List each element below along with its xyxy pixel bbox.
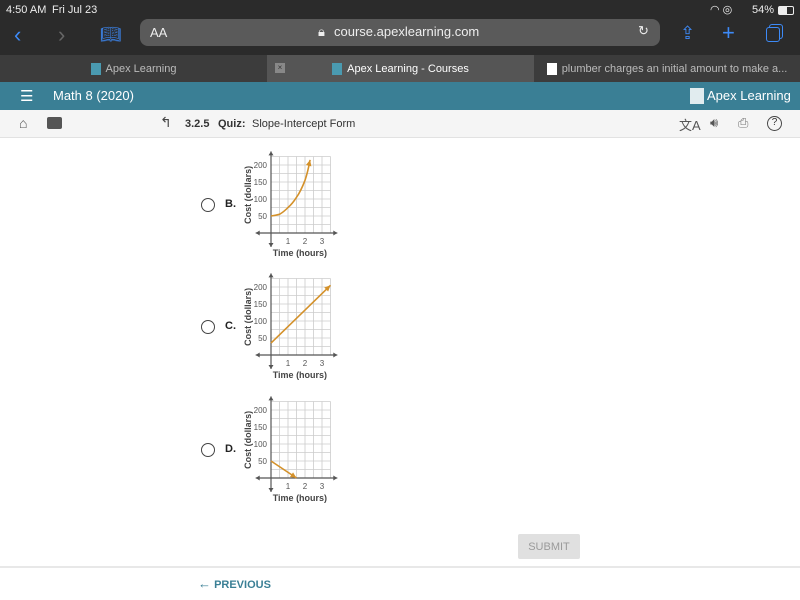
apex-logo-text: Apex Learning [707, 88, 791, 103]
reload-icon[interactable]: ↻ [638, 23, 649, 39]
tab-apex-courses[interactable]: × Apex Learning - Courses [267, 55, 534, 82]
browser-tabs: Apex Learning × Apex Learning - Courses … [0, 55, 800, 82]
bookmarks-icon[interactable]: 📖︎ [100, 25, 122, 45]
briefcase-icon[interactable] [47, 117, 62, 129]
home-icon[interactable]: ⌂ [19, 115, 27, 131]
back-icon[interactable]: ‹ [14, 22, 21, 48]
y-tick-label: 50 [258, 334, 267, 343]
brainly-favicon [546, 62, 557, 75]
y-tick-label: 200 [254, 161, 268, 170]
option-letter: C. [225, 320, 236, 332]
tab-label: plumber charges an initial amount to mak… [561, 62, 788, 75]
option-letter: D. [225, 443, 236, 455]
address-bar[interactable]: AA 🔒︎ course.apexlearning.com ↻ [140, 19, 660, 46]
option-radio[interactable] [201, 198, 215, 212]
y-tick-label: 100 [254, 195, 268, 204]
option-graph: 50 100 150 200 1 2 3 Time (hours) Cost (dollars) [243, 273, 338, 380]
y-axis-label: Cost (dollars) [243, 288, 253, 346]
tab-plumber-question[interactable]: plumber charges an initial amount to mak… [534, 55, 800, 82]
tab-apex-learning[interactable]: Apex Learning [0, 55, 267, 82]
x-tick-label: 2 [303, 359, 308, 368]
option-radio[interactable] [201, 320, 215, 334]
x-axis-label: Time (hours) [273, 370, 327, 380]
new-tab-icon[interactable]: + [722, 20, 735, 46]
option-graph: 50 100 150 200 1 2 3 Time (hours) Cost (dollars) [243, 396, 338, 503]
y-tick-label: 100 [254, 440, 268, 449]
text-size-button[interactable]: AA [150, 25, 167, 40]
close-tab-icon[interactable]: × [275, 63, 285, 73]
read-aloud-icon[interactable]: 🔊︎ [710, 115, 718, 131]
forward-icon[interactable]: › [58, 22, 65, 48]
y-tick-label: 50 [258, 457, 267, 466]
y-tick-label: 200 [254, 406, 268, 415]
apex-logo-icon [690, 88, 704, 104]
url-text[interactable]: course.apexlearning.com [334, 24, 479, 39]
menu-icon[interactable]: ☰ [20, 87, 33, 105]
y-tick-label: 150 [254, 178, 268, 187]
battery-icon [778, 6, 794, 15]
y-tick-label: 200 [254, 283, 268, 292]
tabs-overview-icon[interactable] [766, 27, 780, 42]
y-tick-label: 150 [254, 423, 268, 432]
y-axis-label: Cost (dollars) [243, 411, 253, 469]
apex-favicon [90, 62, 101, 75]
x-tick-label: 3 [320, 482, 325, 491]
arrow-left-icon: ← [198, 576, 211, 591]
lesson-type: Quiz: [218, 118, 246, 130]
option-letter: B. [225, 198, 236, 210]
x-axis-label: Time (hours) [273, 493, 327, 503]
battery-percent: 54% [752, 4, 775, 16]
tab-label: Apex Learning - Courses [347, 62, 469, 75]
status-date: Fri Jul 23 [52, 4, 98, 16]
course-title: Math 8 (2020) [53, 88, 134, 103]
option-graph: 50 100 150 200 1 2 3 Time (hours) Cost (dollars) [243, 151, 338, 258]
x-tick-label: 3 [320, 237, 325, 246]
x-axis-label: Time (hours) [273, 248, 327, 258]
y-axis-label: Cost (dollars) [243, 166, 253, 224]
submit-button[interactable]: SUBMIT [518, 534, 580, 559]
lesson-number: 3.2.5 [185, 118, 210, 130]
apex-favicon [332, 62, 343, 75]
lock-icon: 🔒︎ [318, 24, 325, 39]
lesson-title: Slope-Intercept Form [252, 118, 356, 130]
print-icon[interactable]: ⎙ [738, 115, 748, 131]
course-header: ☰ Math 8 (2020) Apex Learning [0, 82, 800, 110]
x-tick-label: 1 [286, 237, 291, 246]
previous-label: PREVIOUS [214, 579, 271, 591]
y-tick-label: 100 [254, 317, 268, 326]
footer-divider [0, 566, 800, 568]
y-tick-label: 150 [254, 300, 268, 309]
tab-label: Apex Learning [105, 62, 177, 75]
x-tick-label: 2 [303, 482, 308, 491]
y-tick-label: 50 [258, 212, 267, 221]
previous-button[interactable]: ← PREVIOUS [198, 576, 271, 591]
help-icon[interactable]: ? [767, 116, 782, 131]
up-arrow-icon[interactable]: ↰ [160, 114, 172, 131]
browser-toolbar: ‹ › 📖︎ AA 🔒︎ course.apexlearning.com ↻ ⇪… [0, 19, 800, 55]
wifi-icon: ◠ ◎ [710, 4, 733, 16]
share-icon[interactable]: ⇪ [680, 23, 695, 44]
status-time: 4:50 AM [6, 4, 47, 16]
option-radio[interactable] [201, 443, 215, 457]
data-line [270, 284, 332, 344]
lesson-bar: ⌂ ↰ 3.2.5 Quiz: Slope-Intercept Form 文A … [0, 110, 800, 138]
x-tick-label: 1 [286, 482, 291, 491]
x-tick-label: 2 [303, 237, 308, 246]
x-tick-label: 1 [286, 359, 291, 368]
x-tick-label: 3 [320, 359, 325, 368]
translate-icon[interactable]: 文A [679, 115, 701, 134]
